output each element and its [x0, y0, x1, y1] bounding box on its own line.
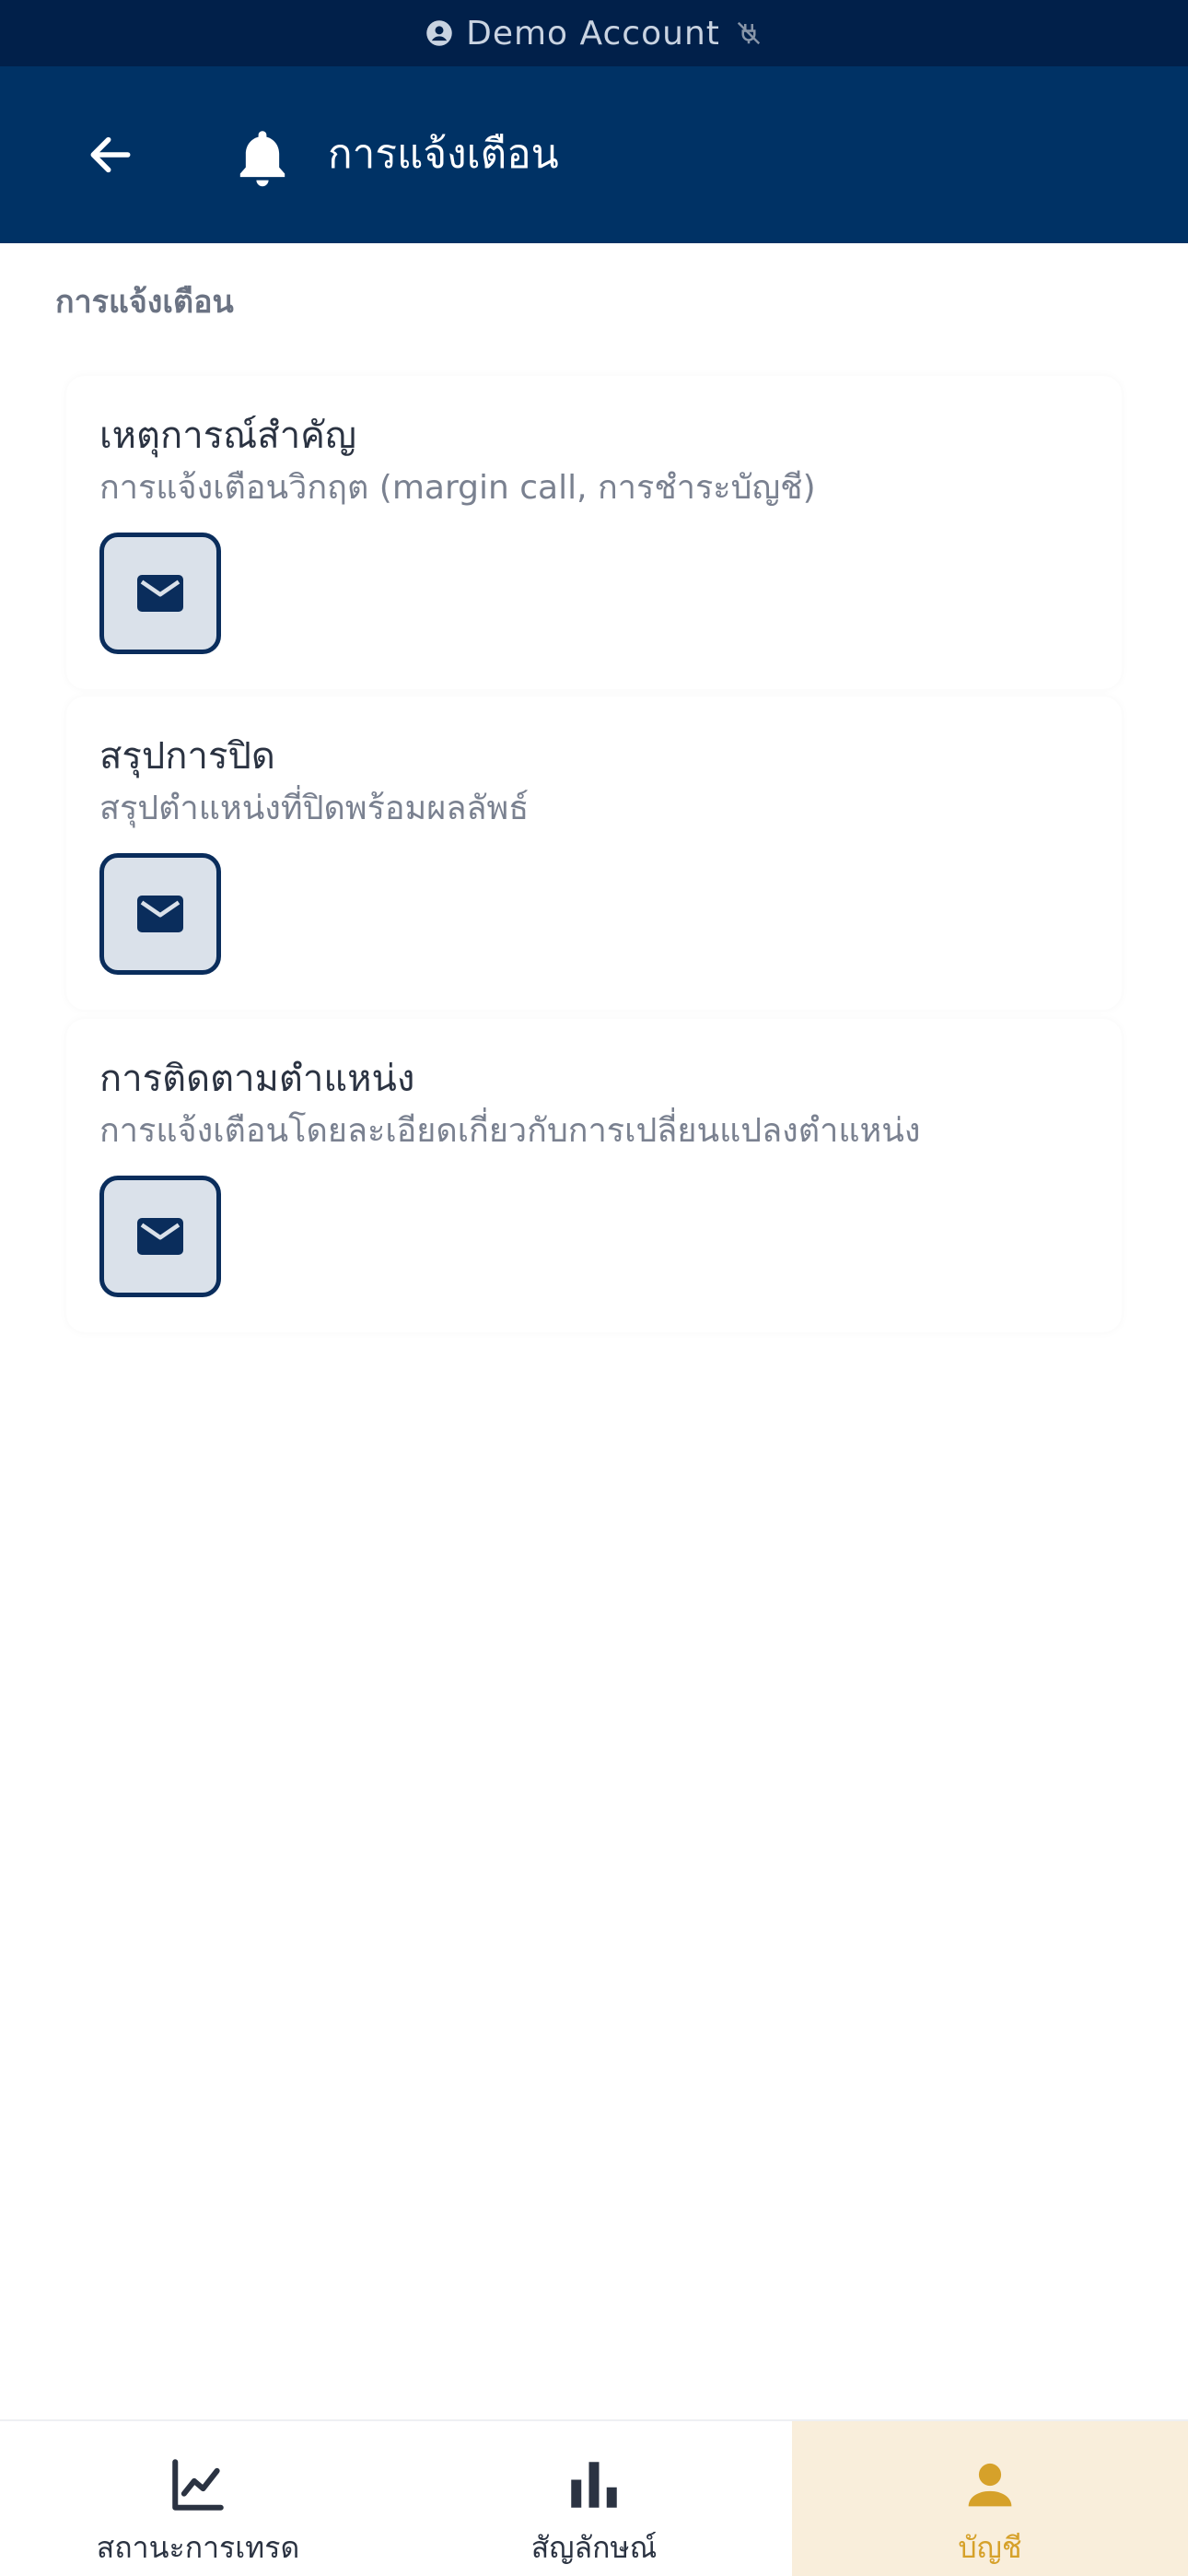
link-off-icon: [737, 21, 761, 45]
email-toggle-button[interactable]: [99, 853, 221, 975]
notification-card-position-tracking: การติดตามตำแหน่ง การแจ้งเตือนโดยละเอียดเ…: [66, 1019, 1122, 1332]
card-title: เหตุการณ์สำคัญ: [99, 415, 357, 457]
notification-card-critical-events: เหตุการณ์สำคัญ การแจ้งเตือนวิกฤต (margin…: [66, 376, 1122, 689]
demo-account-bar: Demo Account: [0, 0, 1188, 66]
mail-icon: [137, 896, 183, 932]
section-label: การแจ้งเตือน: [55, 284, 234, 321]
bottom-navigation: สถานะการเทรด สัญลักษณ์ บัญชี: [0, 2419, 1188, 2576]
bell-icon: [239, 131, 285, 187]
nav-item-account[interactable]: บัญชี: [792, 2421, 1188, 2576]
arrow-left-icon: [90, 136, 131, 173]
mail-icon: [137, 575, 183, 612]
app-header: การแจ้งเตือน: [0, 66, 1188, 243]
nav-item-symbols[interactable]: สัญลักษณ์: [396, 2421, 792, 2576]
bar-chart-icon: [571, 2462, 617, 2508]
card-description: การแจ้งเตือนวิกฤต (margin call, การชำระบ…: [99, 469, 816, 507]
email-toggle-button[interactable]: [99, 1176, 221, 1297]
card-title: สรุปการปิด: [99, 735, 275, 778]
nav-label: สัญลักษณ์: [530, 2530, 658, 2565]
nav-label: บัญชี: [958, 2530, 1022, 2565]
demo-account-label: Demo Account: [466, 14, 720, 53]
page-title: การแจ้งเตือน: [328, 131, 559, 178]
back-button[interactable]: [81, 118, 140, 192]
nav-item-trading-status[interactable]: สถานะการเทรด: [0, 2421, 396, 2576]
notification-card-closing-summary: สรุปการปิด สรุปตำแหน่งที่ปิดพร้อมผลลัพธ์: [66, 697, 1122, 1010]
nav-label: สถานะการเทรด: [96, 2530, 300, 2565]
account-circle-icon: [426, 20, 452, 46]
person-icon: [968, 2463, 1012, 2507]
email-toggle-button[interactable]: [99, 533, 221, 654]
card-description: การแจ้งเตือนโดยละเอียดเกี่ยวกับการเปลี่ย…: [99, 1112, 921, 1150]
chart-line-icon: [172, 2459, 224, 2511]
card-description: สรุปตำแหน่งที่ปิดพร้อมผลลัพธ์: [99, 790, 530, 827]
mail-icon: [137, 1218, 183, 1255]
card-title: การติดตามตำแหน่ง: [99, 1058, 415, 1100]
